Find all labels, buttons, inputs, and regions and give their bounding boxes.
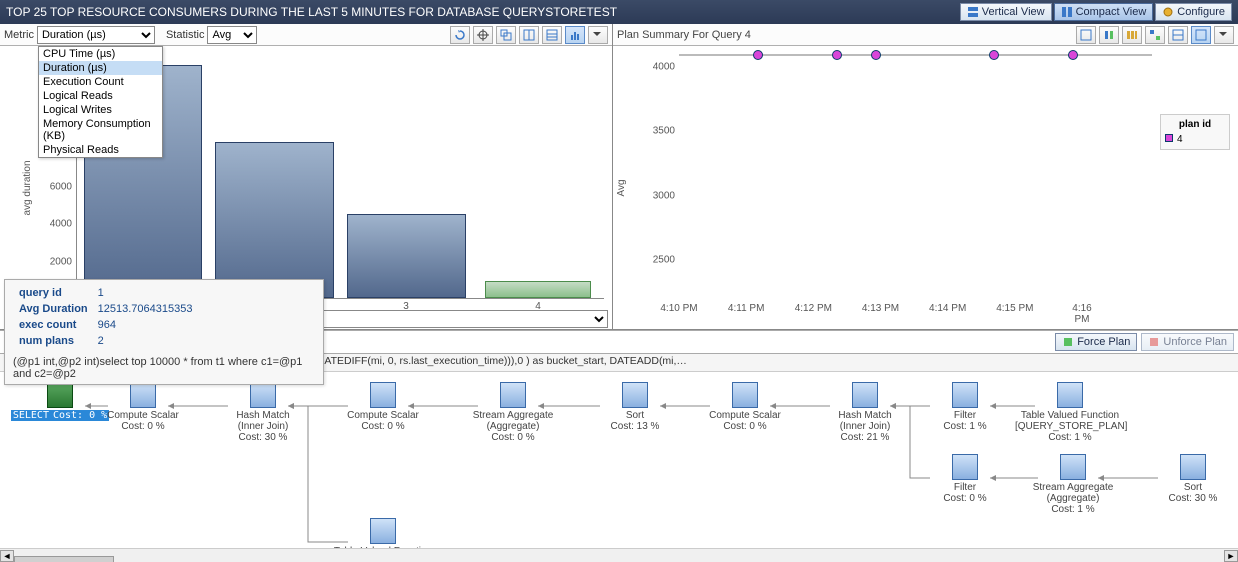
plan-node-f2[interactable]: FilterCost: 0 % bbox=[910, 454, 1020, 504]
right-panel: Plan Summary For Query 4 Avg 25003000350… bbox=[613, 24, 1238, 329]
r-xtick: 4:12 PM bbox=[795, 303, 832, 314]
right-btn-1[interactable] bbox=[1076, 26, 1096, 44]
scatter-point[interactable] bbox=[871, 50, 881, 60]
plan-hscroll[interactable]: ◄ ► bbox=[0, 548, 1238, 562]
r-xtick: 4:10 PM bbox=[660, 303, 697, 314]
tooltip-val: 1 bbox=[94, 286, 197, 300]
tooltip-key: query id bbox=[15, 286, 92, 300]
right-dropdown-button[interactable] bbox=[1214, 26, 1234, 44]
plan-node-sa2[interactable]: Stream Aggregate(Aggregate)Cost: 1 % bbox=[1018, 454, 1128, 515]
bar[interactable] bbox=[485, 281, 590, 298]
scatter-point[interactable] bbox=[989, 50, 999, 60]
plan-node-f1[interactable]: FilterCost: 1 % bbox=[910, 382, 1020, 432]
scroll-thumb[interactable] bbox=[14, 556, 114, 562]
target-button[interactable] bbox=[473, 26, 493, 44]
zoom-button[interactable] bbox=[496, 26, 516, 44]
vertical-view-button[interactable]: Vertical View bbox=[960, 3, 1052, 21]
plan-node-sa1[interactable]: Stream Aggregate(Aggregate)Cost: 0 % bbox=[458, 382, 568, 443]
right-btn-2[interactable] bbox=[1099, 26, 1119, 44]
right-panel-header: Plan Summary For Query 4 bbox=[613, 24, 1238, 46]
gear-icon bbox=[1162, 6, 1174, 18]
right-ylabel: Avg bbox=[616, 179, 627, 196]
dropdown-button[interactable] bbox=[588, 26, 608, 44]
tooltip-key: Avg Duration bbox=[15, 302, 92, 316]
ytick: 4000 bbox=[50, 219, 72, 230]
tooltip-key: exec count bbox=[15, 318, 92, 332]
plan-node-tvf1[interactable]: Table Valued Function[QUERY_STORE_PLAN]C… bbox=[1015, 382, 1125, 443]
metric-select[interactable]: Duration (µs) bbox=[37, 26, 155, 44]
r-xtick: 4:13 PM bbox=[862, 303, 899, 314]
metric-option[interactable]: Logical Reads bbox=[39, 89, 162, 103]
scatter-point[interactable] bbox=[753, 50, 763, 60]
metric-option[interactable]: CPU Time (µs) bbox=[39, 47, 162, 61]
scatter-plot-area[interactable] bbox=[679, 54, 1152, 56]
scroll-right-icon[interactable]: ► bbox=[1224, 550, 1238, 562]
vertical-view-icon bbox=[967, 6, 979, 18]
configure-button[interactable]: Configure bbox=[1155, 3, 1232, 21]
title-text: TOP 25 TOP RESOURCE CONSUMERS DURING THE… bbox=[6, 5, 958, 19]
tooltip-val: 964 bbox=[94, 318, 197, 332]
plan-node-hm2[interactable]: Hash Match(Inner Join)Cost: 21 % bbox=[810, 382, 920, 443]
right-btn-3[interactable] bbox=[1122, 26, 1142, 44]
metric-option[interactable]: Physical Reads bbox=[39, 143, 162, 157]
datagrid-button[interactable] bbox=[542, 26, 562, 44]
scatter-point[interactable] bbox=[1068, 50, 1078, 60]
plan-node-sort1[interactable]: SortCost: 13 % bbox=[580, 382, 690, 432]
right-chart: Avg 2500300035004000 4:10 PM4:11 PM4:12 … bbox=[613, 46, 1238, 329]
left-panel: Metric Duration (µs) Statistic Avg CPU T… bbox=[0, 24, 613, 329]
y-axis-label: avg duration bbox=[22, 160, 33, 215]
metric-option[interactable]: Logical Writes bbox=[39, 103, 162, 117]
right-btn-4[interactable] bbox=[1145, 26, 1165, 44]
metric-dropdown-menu: CPU Time (µs)Duration (µs)Execution Coun… bbox=[38, 46, 163, 158]
legend-swatch bbox=[1165, 134, 1173, 142]
ytick: 2000 bbox=[50, 256, 72, 267]
statistic-select[interactable]: Avg bbox=[207, 26, 257, 44]
tooltip-sql: (@p1 int,@p2 int)select top 10000 * from… bbox=[13, 356, 315, 380]
refresh-button[interactable] bbox=[450, 26, 470, 44]
r-xtick: 4:11 PM bbox=[728, 303, 765, 314]
plan-area[interactable]: SELECTCost: 0 %Compute ScalarCost: 0 %Ha… bbox=[0, 372, 1238, 562]
statistic-label: Statistic bbox=[166, 29, 205, 41]
unforce-plan-button[interactable]: Unforce Plan bbox=[1141, 333, 1234, 351]
ytick: 6000 bbox=[50, 181, 72, 192]
scatter-point[interactable] bbox=[832, 50, 842, 60]
plan-summary-title: Plan Summary For Query 4 bbox=[617, 29, 751, 41]
metric-option[interactable]: Execution Count bbox=[39, 75, 162, 89]
compact-view-button[interactable]: Compact View bbox=[1054, 3, 1154, 21]
chart-button[interactable] bbox=[565, 26, 585, 44]
legend: plan id 4 bbox=[1160, 114, 1230, 150]
force-plan-button[interactable]: Force Plan bbox=[1055, 333, 1137, 351]
right-btn-5[interactable] bbox=[1168, 26, 1188, 44]
tooltip: query id1Avg Duration12513.7064315353exe… bbox=[4, 279, 324, 385]
r-xtick: 4:15 PM bbox=[996, 303, 1033, 314]
tooltip-val: 12513.7064315353 bbox=[94, 302, 197, 316]
plan-node-sort2[interactable]: SortCost: 30 % bbox=[1138, 454, 1238, 504]
plan-node-cs3[interactable]: Compute ScalarCost: 0 % bbox=[690, 382, 800, 432]
grid-button[interactable] bbox=[519, 26, 539, 44]
metric-option[interactable]: Duration (µs) bbox=[39, 61, 162, 75]
right-btn-6[interactable] bbox=[1191, 26, 1211, 44]
bar[interactable] bbox=[347, 214, 466, 298]
plan-node-cs2[interactable]: Compute ScalarCost: 0 % bbox=[328, 382, 438, 432]
plan-node-hm1[interactable]: Hash Match(Inner Join)Cost: 30 % bbox=[208, 382, 318, 443]
metric-label: Metric bbox=[4, 29, 34, 41]
tooltip-val: 2 bbox=[94, 334, 197, 348]
left-panel-header: Metric Duration (µs) Statistic Avg bbox=[0, 24, 612, 46]
r-xtick: 4:14 PM bbox=[929, 303, 966, 314]
r-xtick: 4:16 PM bbox=[1072, 303, 1091, 325]
plan-node-cs1[interactable]: Compute ScalarCost: 0 % bbox=[88, 382, 198, 432]
metric-option[interactable]: Memory Consumption (KB) bbox=[39, 117, 162, 143]
compact-view-icon bbox=[1061, 6, 1073, 18]
bar[interactable] bbox=[215, 142, 334, 298]
force-icon bbox=[1062, 336, 1074, 348]
scroll-left-icon[interactable]: ◄ bbox=[0, 550, 14, 562]
tooltip-key: num plans bbox=[15, 334, 92, 348]
unforce-icon bbox=[1148, 336, 1160, 348]
title-bar: TOP 25 TOP RESOURCE CONSUMERS DURING THE… bbox=[0, 0, 1238, 24]
